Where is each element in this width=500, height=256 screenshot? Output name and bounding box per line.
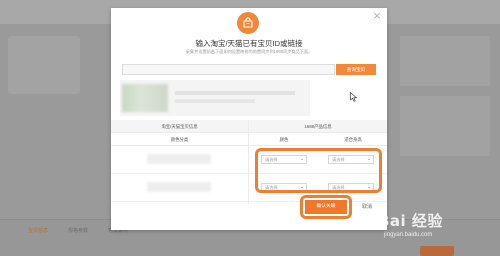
sku-cell-blurred (147, 154, 211, 164)
table-subheader-row: 颜色分类 颜色 适合身高 (111, 133, 387, 146)
color-category-header: 颜色分类 (170, 137, 189, 142)
product-title-placeholder (175, 91, 295, 95)
query-product-button[interactable]: 查询宝贝 (336, 64, 376, 75)
modal-subtitle: 采集并设置前台下面如何设置映射的前置同步到1688同步商品下面。 (185, 49, 313, 54)
background-tab: 宝贝信息 (28, 228, 49, 234)
height-header: 适合身高 (344, 137, 362, 142)
watermark-logo-text: Bai 经验 (378, 212, 443, 230)
background-badge (420, 246, 454, 256)
background-tab: 规格参数 (68, 228, 89, 234)
sku-cell-blurred (147, 182, 211, 192)
baidu-jingyan-watermark: Bai 经验 jingyan.baidu.com (378, 210, 500, 246)
column-divider (248, 120, 249, 204)
confirm-link-button[interactable]: 确认关联 (305, 200, 347, 214)
product-meta-placeholder (175, 99, 255, 103)
taobao-info-header: 淘宝/天猫宝贝信息 (161, 124, 198, 129)
close-icon[interactable]: × (372, 10, 382, 21)
product-preview (120, 80, 310, 116)
color-header: 颜色 (279, 137, 289, 142)
cancel-button[interactable]: 取消 (355, 200, 379, 214)
background-sidebar-block (400, 96, 490, 156)
background-banner (8, 36, 80, 94)
select-highlight-annotation (255, 148, 382, 193)
watermark-url: jingyan.baidu.com (384, 232, 433, 238)
search-row: 查询宝贝 (122, 64, 377, 75)
product-box-icon (237, 12, 259, 34)
modal-title: 输入淘宝/天猫已有宝贝ID或链接 (195, 39, 303, 48)
product-thumbnail (122, 84, 168, 112)
alibaba-info-header: 1688产品信息 (304, 124, 332, 129)
background-sidebar-block (400, 36, 490, 86)
mouse-cursor-icon (350, 92, 358, 102)
product-id-input[interactable] (122, 64, 335, 75)
table-header-row: 淘宝/天猫宝贝信息 1688产品信息 (111, 120, 387, 133)
